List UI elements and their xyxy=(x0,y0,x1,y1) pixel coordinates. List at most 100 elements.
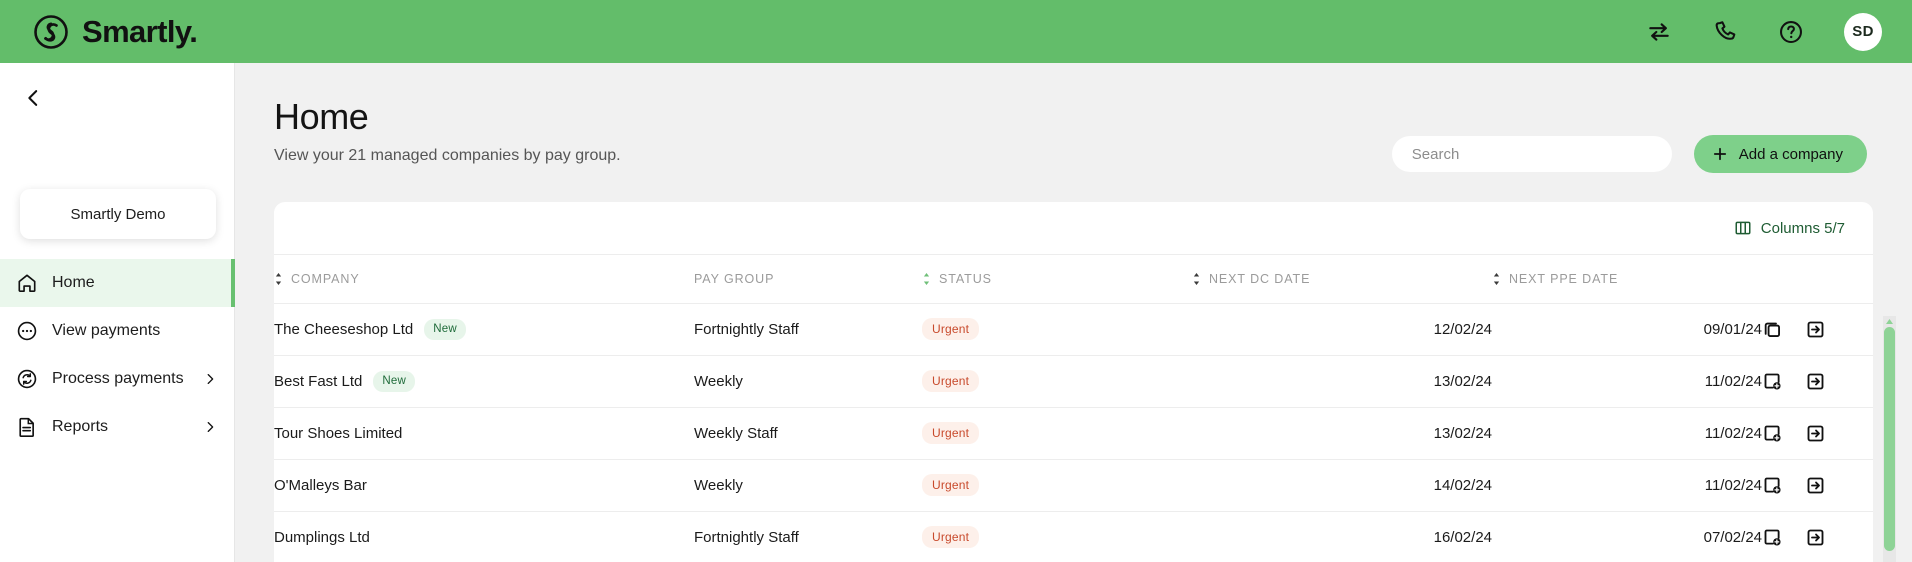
login-arrow-icon[interactable] xyxy=(1805,371,1826,392)
table-row[interactable]: O'Malleys Bar Weekly Urgent 14/02/24 11/… xyxy=(274,459,1873,512)
column-label: NEXT DC DATE xyxy=(1209,271,1311,286)
top-bar: Smartly. SD xyxy=(0,0,1912,63)
tenant-selector[interactable]: Smartly Demo xyxy=(20,189,216,239)
cell-next-ppe-date: 07/02/24 xyxy=(1492,511,1762,562)
top-bar-actions: SD xyxy=(1646,12,1882,51)
companies-table: COMPANY PAY GROUP STATUS NEXT DC DATE NE… xyxy=(274,255,1873,562)
column-label: STATUS xyxy=(939,271,992,286)
table-row[interactable]: The Cheeseshop Ltd New Fortnightly Staff… xyxy=(274,303,1873,356)
table-head: COMPANY PAY GROUP STATUS NEXT DC DATE NE… xyxy=(274,255,1873,304)
table-row[interactable]: Dumplings Ltd Fortnightly Staff Urgent 1… xyxy=(274,511,1873,562)
tenant-name: Smartly Demo xyxy=(70,205,166,223)
sidebar-back-button[interactable] xyxy=(12,77,54,119)
scrollbar-thumb[interactable] xyxy=(1884,327,1895,551)
smartly-logo-icon xyxy=(34,14,68,49)
search-input[interactable] xyxy=(1391,136,1672,172)
cell-pay-group: Weekly Staff xyxy=(694,407,922,460)
cell-pay-group: Weekly xyxy=(694,355,922,408)
brand[interactable]: Smartly. xyxy=(33,14,198,50)
cell-next-dc-date: 14/02/24 xyxy=(1192,459,1492,512)
document-icon xyxy=(19,417,34,437)
column-header-next-dc-date[interactable]: NEXT DC DATE xyxy=(1192,255,1492,304)
sidebar-item-label: View payments xyxy=(52,322,161,339)
chevron-left-icon xyxy=(28,90,38,106)
sidebar-item-reports[interactable]: Reports xyxy=(0,403,235,451)
table-row[interactable]: Best Fast Ltd New Weekly Urgent 13/02/24… xyxy=(274,355,1873,408)
cell-actions xyxy=(1762,459,1873,512)
add-company-button[interactable]: Add a company xyxy=(1693,135,1867,173)
column-header-status[interactable]: STATUS xyxy=(922,255,1192,304)
status-badge: Urgent xyxy=(922,318,980,340)
columns-button[interactable]: Columns 5/7 xyxy=(1734,219,1845,237)
help-circle-icon[interactable] xyxy=(1778,19,1804,45)
add-company-label: Add a company xyxy=(1738,145,1843,163)
sidebar-item-home[interactable]: Home xyxy=(0,259,235,307)
sort-arrows-icon xyxy=(1493,272,1500,285)
avatar[interactable]: SD xyxy=(1844,12,1882,51)
page-title: Home xyxy=(274,96,369,137)
cell-actions xyxy=(1762,511,1873,562)
login-arrow-icon[interactable] xyxy=(1805,319,1826,340)
company-name: Tour Shoes Limited xyxy=(274,424,403,442)
cell-status: Urgent xyxy=(922,303,1192,356)
company-name: The Cheeseshop Ltd xyxy=(274,320,414,338)
cell-actions xyxy=(1762,407,1873,460)
chevron-right-icon xyxy=(207,421,214,433)
status-badge: Urgent xyxy=(922,422,980,444)
page-header: Home View your 21 managed companies by p… xyxy=(274,96,621,165)
plus-icon xyxy=(1713,147,1726,161)
main-content: Home View your 21 managed companies by p… xyxy=(235,63,1912,562)
phone-icon[interactable] xyxy=(1712,19,1738,45)
add-square-icon[interactable] xyxy=(1762,423,1783,444)
chevron-right-icon xyxy=(207,373,214,385)
cell-next-dc-date: 16/02/24 xyxy=(1192,511,1492,562)
sort-arrows-icon xyxy=(1193,272,1200,285)
status-badge: Urgent xyxy=(922,370,980,392)
app-root: Smartly. SD Smartly Demo Home View payme… xyxy=(0,0,1912,562)
home-icon xyxy=(18,274,36,292)
cell-status: Urgent xyxy=(922,459,1192,512)
cell-next-dc-date: 12/02/24 xyxy=(1192,303,1492,356)
column-header-next-ppe-date[interactable]: NEXT PPE DATE xyxy=(1492,255,1762,304)
sidebar-item-view-payments[interactable]: View payments xyxy=(0,307,235,355)
columns-button-label: Columns 5/7 xyxy=(1760,219,1845,237)
table-toolbar: Columns 5/7 xyxy=(274,202,1873,255)
sort-arrows-icon xyxy=(275,272,282,285)
add-square-icon[interactable] xyxy=(1762,371,1783,392)
sidebar-nav: Home View payments Process payments Repo… xyxy=(0,259,235,451)
column-header-pay-group[interactable]: PAY GROUP xyxy=(694,255,922,304)
table-scrollbar[interactable] xyxy=(1883,316,1896,562)
new-badge: New xyxy=(424,318,466,340)
column-label: COMPANY xyxy=(291,271,360,286)
copy-icon[interactable] xyxy=(1762,319,1783,340)
cell-next-dc-date: 13/02/24 xyxy=(1192,407,1492,460)
company-name: Best Fast Ltd xyxy=(274,372,363,390)
add-square-icon[interactable] xyxy=(1762,527,1783,548)
table-header-row: COMPANY PAY GROUP STATUS NEXT DC DATE NE… xyxy=(274,255,1873,304)
status-badge: Urgent xyxy=(922,474,980,496)
status-badge: Urgent xyxy=(922,526,980,548)
login-arrow-icon[interactable] xyxy=(1805,423,1826,444)
refresh-circle-icon xyxy=(17,369,37,389)
column-header-company[interactable]: COMPANY xyxy=(274,255,694,304)
sidebar-item-label: Process payments xyxy=(52,370,184,387)
scroll-up-arrow-icon[interactable] xyxy=(1883,316,1896,326)
sidebar-item-label: Home xyxy=(52,274,95,291)
cell-company: The Cheeseshop Ltd New xyxy=(274,303,694,356)
cell-pay-group: Fortnightly Staff xyxy=(694,303,922,356)
sidebar: Smartly Demo Home View payments Process … xyxy=(0,63,235,562)
cell-next-ppe-date: 09/01/24 xyxy=(1492,303,1762,356)
column-label: NEXT PPE DATE xyxy=(1509,271,1619,286)
login-arrow-icon[interactable] xyxy=(1805,527,1826,548)
sort-arrows-icon xyxy=(923,272,930,285)
switch-arrows-icon[interactable] xyxy=(1646,19,1672,45)
login-arrow-icon[interactable] xyxy=(1805,475,1826,496)
column-label: PAY GROUP xyxy=(694,271,775,286)
add-square-icon[interactable] xyxy=(1762,475,1783,496)
cell-pay-group: Weekly xyxy=(694,459,922,512)
cell-company: Tour Shoes Limited xyxy=(274,407,694,460)
cell-company: Best Fast Ltd New xyxy=(274,355,694,408)
table-row[interactable]: Tour Shoes Limited Weekly Staff Urgent 1… xyxy=(274,407,1873,460)
cell-next-dc-date: 13/02/24 xyxy=(1192,355,1492,408)
sidebar-item-process-payments[interactable]: Process payments xyxy=(0,355,235,403)
